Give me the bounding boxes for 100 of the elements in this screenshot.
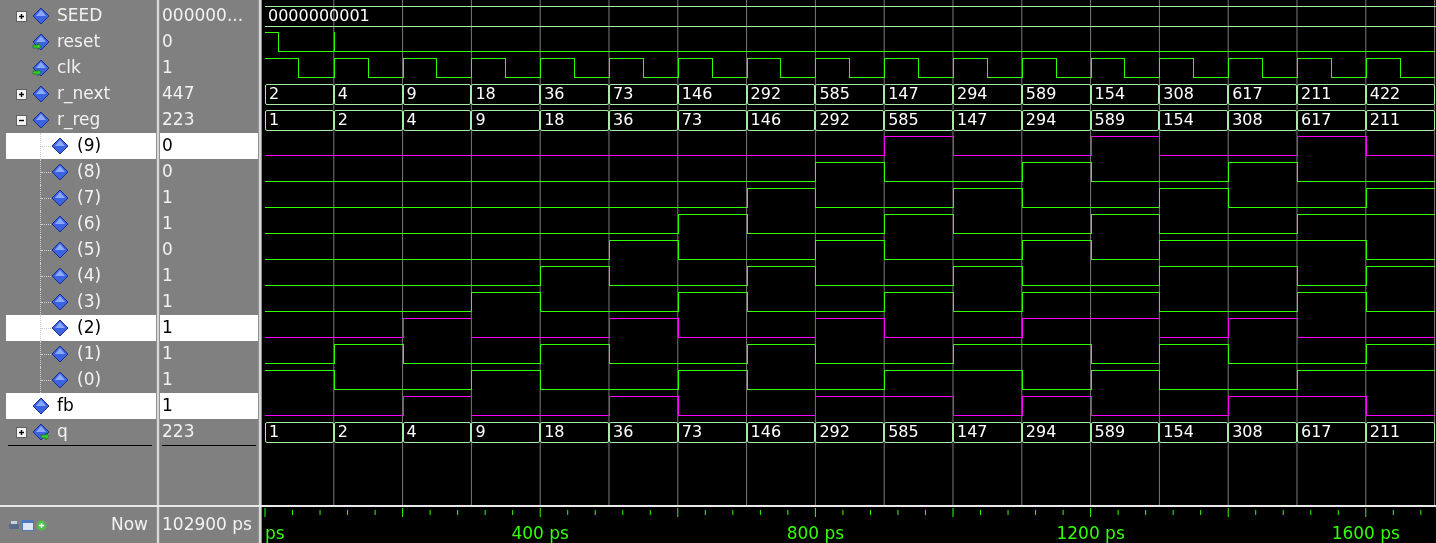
bus-segment: 146 xyxy=(746,109,816,131)
bus-segment: 18 xyxy=(471,83,541,105)
bus-segment: 18 xyxy=(540,421,609,443)
bus-segment: 36 xyxy=(609,421,678,443)
expand-icon[interactable] xyxy=(16,88,27,100)
waveform-segment xyxy=(1159,58,1229,78)
signal-name-row[interactable]: fb xyxy=(6,393,156,419)
signal-value: 223 xyxy=(162,420,195,444)
time-label: 400 ps xyxy=(511,522,569,543)
bus-segment: 2 xyxy=(333,109,403,131)
bus-segment: 147 xyxy=(952,109,1022,131)
waveform-segment xyxy=(540,58,609,78)
diamond-icon xyxy=(32,111,50,129)
bus-segment: 4 xyxy=(402,421,472,443)
bus-segment: 211 xyxy=(1365,421,1435,443)
signal-name-row[interactable]: (9) xyxy=(6,133,156,159)
signal-value: 223 xyxy=(162,108,195,132)
waveform-segment xyxy=(952,58,1022,78)
diamond-icon xyxy=(51,371,69,389)
waveform-segment xyxy=(1228,58,1297,78)
bus-segment: 4 xyxy=(402,109,472,131)
bus-segment: 292 xyxy=(746,83,816,105)
bus-segment: 2 xyxy=(265,83,334,105)
diamond-icon xyxy=(51,241,69,259)
expand-icon[interactable] xyxy=(16,10,27,22)
printer-icon[interactable] xyxy=(8,520,20,530)
window-icon[interactable] xyxy=(22,519,34,531)
time-label: 1600 ps xyxy=(1331,522,1400,543)
signal-value: 1 xyxy=(162,342,173,366)
signal-name: (1) xyxy=(77,342,102,366)
bus-segment: 617 xyxy=(1228,83,1297,105)
bus-segment: 617 xyxy=(1296,421,1366,443)
bus-segment: 589 xyxy=(1090,421,1160,443)
now-time: 102900 ps xyxy=(162,513,252,537)
waveform-segment xyxy=(884,58,953,78)
signal-value: 1 xyxy=(162,212,173,236)
bus-segment: 308 xyxy=(1228,421,1297,443)
expand-icon[interactable] xyxy=(16,426,27,438)
bus-segment: 73 xyxy=(677,421,747,443)
diamond-icon xyxy=(32,7,50,25)
bus-segment: 1 xyxy=(265,421,334,443)
bus-segment: 73 xyxy=(609,83,678,105)
signal-name: SEED xyxy=(57,4,103,28)
signal-value: 447 xyxy=(162,82,195,106)
signal-value: 1 xyxy=(162,316,173,340)
bus-segment: 585 xyxy=(884,421,953,443)
waveform-segment xyxy=(677,58,747,78)
now-label: Now xyxy=(110,513,148,537)
bus-segment: 2 xyxy=(333,421,403,443)
waveform-segment xyxy=(265,58,334,78)
bus-segment: 9 xyxy=(471,421,541,443)
bus-segment: 147 xyxy=(952,421,1022,443)
signal-name-row[interactable]: (2) xyxy=(6,315,156,341)
diamond-icon xyxy=(51,189,69,207)
signal-value: 0 xyxy=(162,30,173,54)
signal-value: 000000... xyxy=(162,4,244,28)
bus-segment: 211 xyxy=(1365,109,1435,131)
signal-name: (0) xyxy=(77,368,102,392)
add-icon[interactable] xyxy=(36,519,47,531)
time-label: 800 ps xyxy=(786,522,845,543)
bus-segment: 294 xyxy=(1021,421,1091,443)
diamond-icon xyxy=(51,293,69,311)
diamond-icon xyxy=(51,319,69,337)
signal-value: 0 xyxy=(162,160,173,184)
diamond-icon xyxy=(51,267,69,285)
collapse-icon[interactable] xyxy=(16,114,27,126)
signal-name: (6) xyxy=(77,212,102,236)
signal-value: 0 xyxy=(162,134,173,158)
signal-value: 1 xyxy=(162,394,173,418)
waveform-segment xyxy=(1365,58,1435,78)
signal-value: 0 xyxy=(162,238,173,262)
waveform-segment xyxy=(1021,58,1091,78)
waveform-segment xyxy=(1296,58,1366,78)
bus-segment: 308 xyxy=(1159,83,1229,105)
bus-segment: 585 xyxy=(815,83,885,105)
bus-segment: 73 xyxy=(677,109,747,131)
diamond-icon xyxy=(51,163,69,181)
diamond-icon xyxy=(32,397,50,415)
bus-segment: 154 xyxy=(1159,421,1229,443)
diamond-icon xyxy=(51,345,69,363)
signal-value: 1 xyxy=(162,290,173,314)
signal-name: (5) xyxy=(77,238,102,262)
signal-name: (9) xyxy=(77,134,102,158)
signal-name: fb xyxy=(57,394,74,418)
bus-segment: 617 xyxy=(1296,109,1366,131)
signal-name: reset xyxy=(57,30,101,54)
bus-segment: 154 xyxy=(1159,109,1229,131)
signal-name: clk xyxy=(57,56,81,80)
signal-value: 1 xyxy=(162,368,173,392)
signal-value: 1 xyxy=(162,264,173,288)
waveform-segment xyxy=(815,58,885,78)
diamond-icon xyxy=(32,85,50,103)
signal-value: 1 xyxy=(162,186,173,210)
bus-segment: 292 xyxy=(815,109,885,131)
time-label: ps xyxy=(265,522,285,543)
signal-name: (7) xyxy=(77,186,102,210)
signal-name: (3) xyxy=(77,290,102,314)
bus-segment: 36 xyxy=(540,83,609,105)
bus-segment: 589 xyxy=(1021,83,1091,105)
bus-segment: 589 xyxy=(1090,109,1160,131)
